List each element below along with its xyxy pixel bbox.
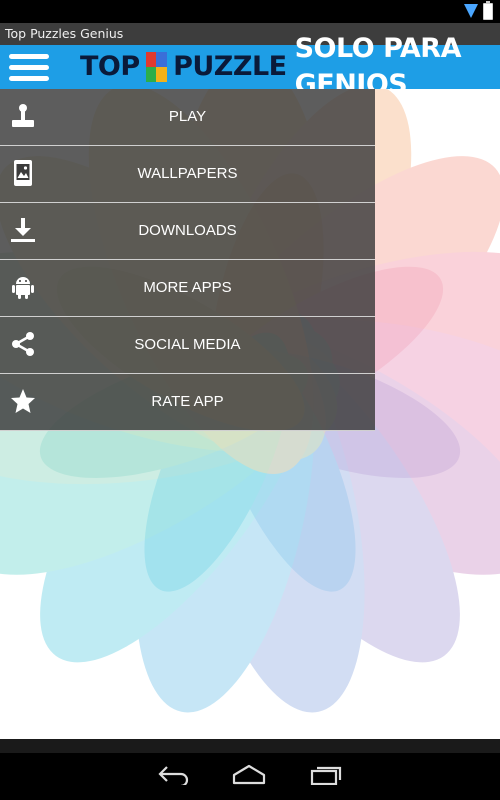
home-icon[interactable]	[232, 763, 266, 785]
menu-item-label: SOCIAL MEDIA	[134, 336, 241, 353]
hamburger-menu-icon[interactable]	[9, 54, 49, 81]
menu-item-label: RATE APP	[151, 393, 224, 410]
menu-item-label: MORE APPS	[143, 279, 232, 296]
menu-item-downloads[interactable]: DOWNLOADS	[0, 203, 375, 260]
recent-apps-icon[interactable]	[309, 763, 343, 785]
menu-item-play[interactable]: PLAY	[0, 89, 375, 146]
menu-item-more-apps[interactable]: MORE APPS	[0, 260, 375, 317]
nav-bar-divider	[0, 739, 500, 753]
navigation-drawer: PLAY WALLPAPERS DOWNLOADS MORE APPS SOCI…	[0, 89, 375, 431]
menu-item-wallpapers[interactable]: WALLPAPERS	[0, 146, 375, 203]
logo-word-top: TOP	[80, 51, 140, 82]
menu-item-label: PLAY	[168, 108, 207, 125]
back-icon[interactable]	[157, 763, 191, 785]
menu-item-label: DOWNLOADS	[138, 222, 237, 239]
app-title: Top Puzzles Genius	[5, 26, 124, 41]
menu-item-social-media[interactable]: SOCIAL MEDIA	[0, 317, 375, 374]
menu-item-label: WALLPAPERS	[137, 165, 238, 182]
battery-icon	[483, 1, 493, 20]
system-navigation-bar	[0, 739, 500, 800]
status-bar	[0, 0, 500, 23]
puzzle-tile-icon	[145, 52, 168, 82]
wifi-signal-icon	[464, 4, 478, 18]
menu-item-rate-app[interactable]: RATE APP	[0, 374, 375, 431]
app-logo: TOP PUZZLE SOLO PARA GENIOS	[80, 33, 500, 100]
app-header: TOP PUZZLE SOLO PARA GENIOS	[0, 33, 500, 100]
logo-word-puzzle: PUZZLE	[173, 51, 287, 82]
